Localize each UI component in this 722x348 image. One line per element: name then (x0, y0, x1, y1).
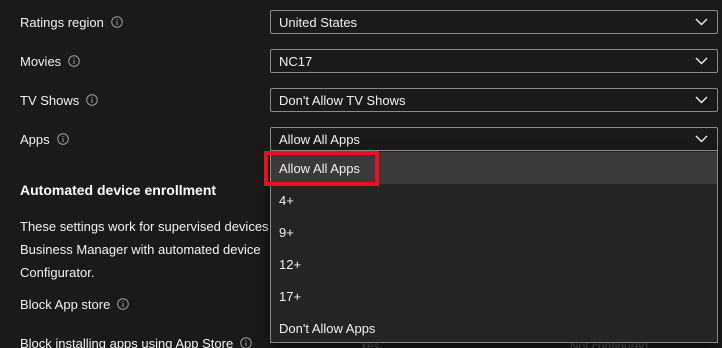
movies-select[interactable]: NC17 (270, 49, 718, 73)
chevron-down-icon (695, 96, 708, 104)
dropdown-option-allow-all-apps[interactable]: Allow All Apps (271, 152, 717, 184)
block-installing-apps-label: Block installing apps using App Store (20, 333, 252, 348)
tv-shows-select[interactable]: Don't Allow TV Shows (270, 88, 718, 112)
info-icon[interactable] (56, 133, 69, 145)
section-description: These settings work for supervised devic… (20, 219, 269, 280)
movies-label: Movies (20, 51, 80, 71)
info-icon[interactable] (240, 337, 252, 348)
info-icon[interactable] (117, 298, 130, 310)
ratings-region-select[interactable]: United States (270, 10, 718, 34)
dropdown-option-17plus[interactable]: 17+ (271, 280, 717, 312)
chevron-down-icon (695, 135, 708, 143)
tv-shows-label: TV Shows (20, 90, 99, 110)
info-icon[interactable] (111, 16, 123, 28)
apps-select[interactable]: Allow All Apps (270, 127, 718, 151)
info-icon[interactable] (86, 94, 99, 106)
dropdown-option-dont-allow-apps[interactable]: Don't Allow Apps (271, 312, 717, 344)
chevron-down-icon (695, 18, 708, 26)
dropdown-option-4plus[interactable]: 4+ (271, 184, 717, 216)
settings-page: Ratings region United States Movies NC17… (0, 0, 722, 348)
section-title: Automated device enrollment (20, 182, 217, 198)
apps-dropdown-list: Allow All Apps 4+ 9+ 12+ 17+ Don't Allow… (270, 150, 718, 343)
dropdown-option-9plus[interactable]: 9+ (271, 216, 717, 248)
block-app-store-label: Block App store (20, 294, 130, 314)
ratings-region-label: Ratings region (20, 12, 123, 32)
info-icon[interactable] (68, 55, 80, 67)
chevron-down-icon (695, 57, 708, 65)
dropdown-option-12plus[interactable]: 12+ (271, 248, 717, 280)
apps-label: Apps (20, 129, 69, 149)
